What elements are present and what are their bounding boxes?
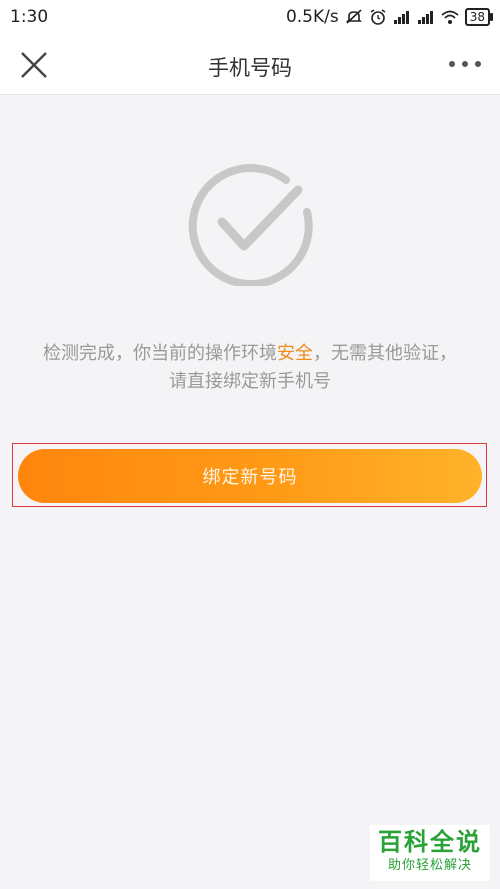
status-time: 1:30 <box>10 7 49 27</box>
message-suffix: ，无需其他验证， <box>313 343 457 364</box>
alarm-icon <box>369 9 387 25</box>
status-right: 0.5K/s 38 <box>285 7 494 27</box>
message-line-2: 请直接绑定新手机号 <box>169 371 331 392</box>
watermark-title: 百科全说 <box>378 828 482 856</box>
more-icon[interactable] <box>448 56 482 72</box>
wifi-icon <box>441 9 459 25</box>
message-line-1: 检测完成，你当前的操作环境安全，无需其他验证， <box>0 340 500 368</box>
result-message: 检测完成，你当前的操作环境安全，无需其他验证， 请直接绑定新手机号 <box>0 340 500 396</box>
message-prefix: 检测完成，你当前的操作环境 <box>43 343 277 364</box>
check-circle-icon <box>186 158 314 289</box>
watermark-subtitle: 助你轻松解决 <box>387 858 472 873</box>
signal-icon <box>393 9 411 25</box>
nav-bar: 手机号码 <box>0 36 500 95</box>
battery-icon: 38 <box>464 8 494 26</box>
bind-new-number-button[interactable]: 绑定新号码 <box>18 449 482 503</box>
page-title: 手机号码 <box>208 56 292 80</box>
mute-icon <box>345 9 363 25</box>
message-highlight: 安全 <box>277 343 313 364</box>
network-speed: 0.5K/s <box>285 7 339 27</box>
status-bar: 1:30 0.5K/s 38 <box>0 0 500 36</box>
watermark-logo: 百科全说 助你轻松解决 <box>370 825 490 881</box>
signal-hd-icon <box>417 9 435 25</box>
